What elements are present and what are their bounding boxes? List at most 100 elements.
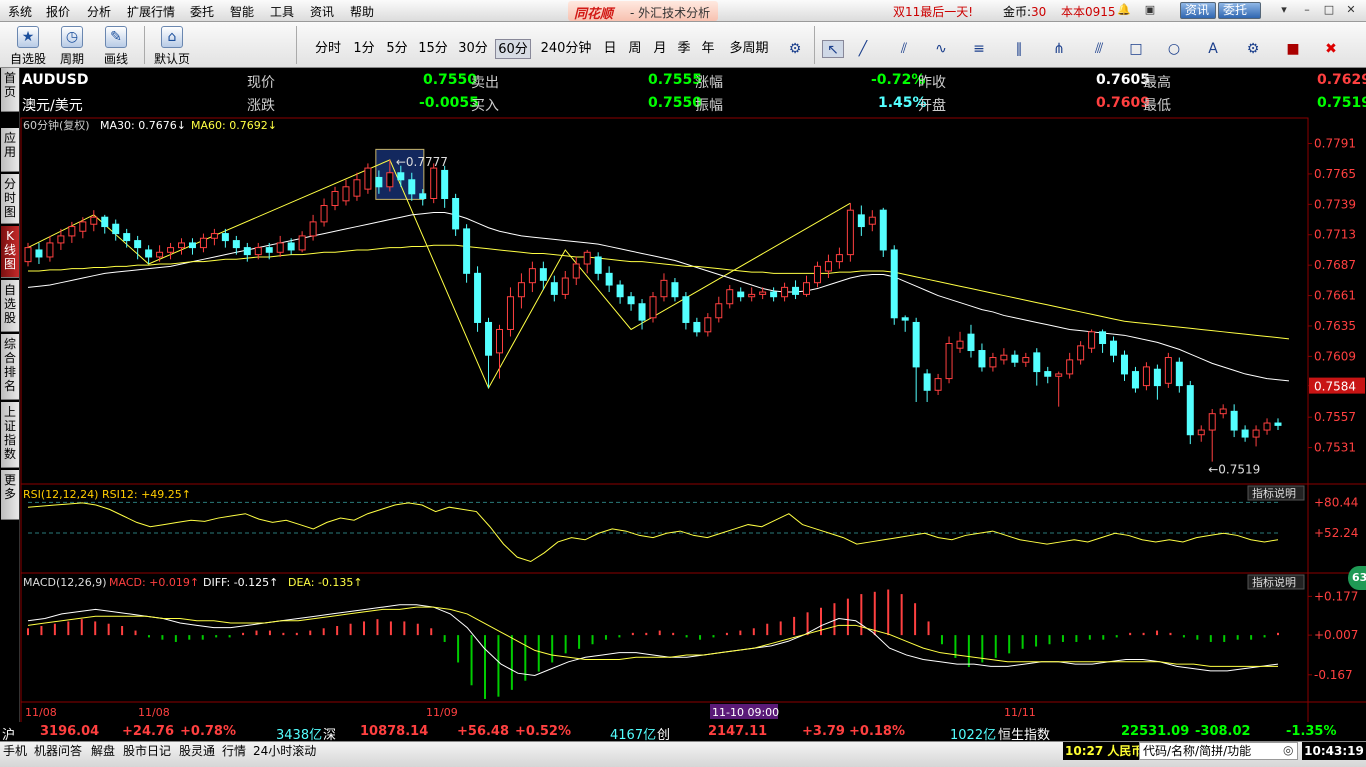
kline-chart-svg[interactable]: 0.7791 0.7765 0.7739 0.7713 0.7687 0.7661 0.76… [20, 68, 1366, 740]
period-tick[interactable]: 分时 [311, 39, 345, 59]
line-tool-icon[interactable]: ╱ [852, 40, 874, 58]
period-day[interactable]: 日 [600, 39, 620, 59]
ellipse-tool-icon[interactable]: ○ [1163, 40, 1185, 58]
candle-body [474, 272, 482, 323]
text-tool-icon[interactable]: A [1202, 40, 1224, 58]
trade-dropdown-button[interactable]: 委托 [1218, 2, 1261, 19]
maximize-icon[interactable]: □ [1320, 3, 1338, 18]
default-page-button[interactable]: ⌂ 默认页 [150, 24, 194, 66]
price-tick-label: 0.7661 [1314, 289, 1356, 303]
candle-layer [24, 148, 1290, 462]
period-week[interactable]: 周 [625, 39, 645, 59]
candle-body [408, 179, 416, 195]
nav-home[interactable]: 首页 [1, 68, 19, 112]
candle-body [210, 233, 218, 239]
dropdown-icon[interactable]: ▾ [1275, 3, 1293, 18]
rsi-layer [27, 502, 1279, 563]
period-5min[interactable]: 5分 [383, 39, 411, 59]
cursor-icon[interactable]: ↖ [822, 40, 844, 58]
promo-link[interactable]: 双11最后一天! [893, 3, 973, 20]
tab-robot-qa[interactable]: 机器问答 [34, 743, 82, 759]
rectangle-tool-icon[interactable]: □ [1125, 40, 1147, 58]
hs-pct: -1.35% [1286, 724, 1337, 739]
menu-quote[interactable]: 报价 [46, 3, 70, 20]
account-name[interactable]: 本本0915 [1061, 3, 1116, 20]
period-year[interactable]: 年 [698, 39, 718, 59]
tab-mobile[interactable]: 手机 [3, 743, 27, 759]
low-annotation: ←0.7519 [1208, 463, 1260, 477]
nav-ranking[interactable]: 综合排名 [1, 334, 19, 400]
search-icon[interactable]: ◎ [1283, 743, 1297, 757]
bookmark-icon[interactable]: ■ [1282, 40, 1304, 58]
tab-diary[interactable]: 股市日记 [123, 743, 171, 759]
menu-extended-quotes[interactable]: 扩展行情 [127, 3, 175, 20]
menu-news[interactable]: 资讯 [310, 3, 334, 20]
period-button[interactable]: ◷ 周期 [54, 24, 90, 66]
period-month[interactable]: 月 [650, 39, 670, 59]
tab-quotes[interactable]: 行情 [222, 743, 246, 759]
bell-icon[interactable]: 🔔 [1115, 3, 1133, 18]
toolbar-divider [144, 26, 145, 64]
candle-body [956, 340, 964, 349]
wave-tool-icon[interactable]: ∿ [930, 40, 952, 58]
period-240min[interactable]: 240分钟 [538, 39, 594, 59]
candle-body [583, 251, 591, 265]
candle-body [594, 256, 602, 274]
nav-shanghai-index[interactable]: 上证指数 [1, 402, 19, 468]
period-quarter[interactable]: 季 [674, 39, 694, 59]
ma30-label: MA30: 0.7676↓ [100, 119, 186, 132]
period-1min[interactable]: 1分 [351, 39, 377, 59]
menu-system[interactable]: 系统 [8, 3, 32, 20]
nav-more[interactable]: 更多 [1, 470, 19, 520]
menu-trade[interactable]: 委托 [190, 3, 214, 20]
news-button[interactable]: 资讯 [1180, 2, 1216, 19]
gear-icon[interactable]: ⚙ [784, 40, 806, 58]
tab-24h-rolling[interactable]: 24小时滚动 [253, 743, 316, 759]
candle-body [145, 249, 153, 258]
minimize-icon[interactable]: – [1298, 3, 1316, 18]
side-badge[interactable]: 63 [1348, 566, 1366, 590]
price-tick-label: 0.7635 [1314, 319, 1356, 333]
candle-body [243, 247, 251, 256]
clock: 10:43:19 [1302, 742, 1366, 760]
nav-kline[interactable]: K线图 [1, 226, 19, 278]
channel-tool-icon[interactable]: ⫻ [1088, 40, 1110, 58]
candle-body [265, 247, 273, 253]
period-60min[interactable]: 60分 [495, 39, 531, 59]
shirt-icon[interactable]: ▣ [1141, 3, 1159, 18]
candle-body [1263, 422, 1271, 431]
menu-analysis[interactable]: 分析 [87, 3, 111, 20]
close-icon[interactable]: ✕ [1342, 3, 1360, 18]
period-multi[interactable]: 多周期 [726, 39, 772, 59]
x-axis-label: 11/08 [138, 706, 170, 719]
menu-smart[interactable]: 智能 [230, 3, 254, 20]
candle-body [813, 265, 821, 284]
tab-commentary[interactable]: 解盘 [91, 743, 115, 759]
candle-body [1230, 410, 1238, 431]
news-ticker[interactable]: 10:27 人民币 [1063, 742, 1139, 760]
search-input[interactable]: 代码/名称/简拼/功能 [1139, 742, 1298, 760]
menu-help[interactable]: 帮助 [350, 3, 374, 20]
delete-icon[interactable]: ✖ [1320, 40, 1342, 58]
menu-tools[interactable]: 工具 [270, 3, 294, 20]
nav-watchlist[interactable]: 自选股 [1, 280, 19, 332]
chart-area[interactable]: AUDUSD 澳元/美元 现价 0.7550 卖出 0.7555 涨幅 -0.7… [20, 68, 1366, 740]
macd-tick-label: +0.177 [1314, 589, 1358, 603]
fib-tool-icon[interactable]: ≡ [968, 40, 990, 58]
fork-tool-icon[interactable]: ⋔ [1048, 40, 1070, 58]
candle-body [1110, 340, 1118, 356]
nav-apps[interactable]: 应用 [1, 128, 19, 172]
gann-tool-icon[interactable]: ∥ [1008, 40, 1030, 58]
watchlist-button[interactable]: ★ 自选股 [8, 24, 48, 66]
draw-button[interactable]: ✎ 画线 [98, 24, 134, 66]
candle-body [419, 193, 427, 199]
candle-body [835, 254, 843, 263]
candle-body [890, 249, 898, 319]
period-15min[interactable]: 15分 [416, 39, 450, 59]
candle-body [167, 247, 175, 253]
tab-stock-link[interactable]: 股灵通 [179, 743, 215, 759]
period-30min[interactable]: 30分 [456, 39, 490, 59]
parallel-line-icon[interactable]: ⫽ [893, 40, 915, 58]
settings-icon[interactable]: ⚙ [1242, 40, 1264, 58]
nav-timeshare[interactable]: 分时图 [1, 174, 19, 224]
